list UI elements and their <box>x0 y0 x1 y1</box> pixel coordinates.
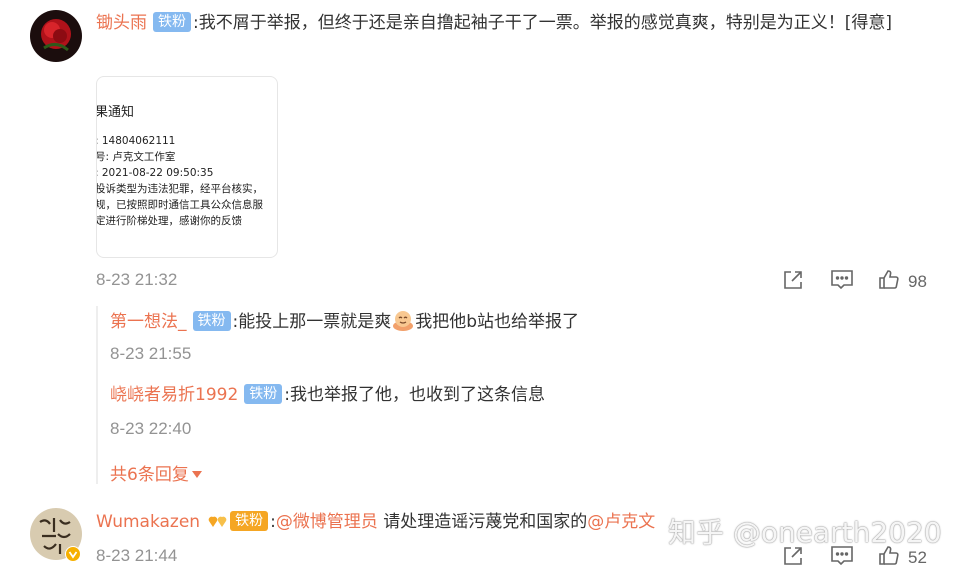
comment-body: :我不屑于举报，但终于还是亲自撸起袖子干了一票。举报的感觉真爽，特别是为正义！[… <box>193 13 892 33</box>
fan-badge: 铁粉 <box>153 12 191 32</box>
reply-author[interactable]: 第一想法_ <box>110 312 187 332</box>
image-text-line: : 14804062111 <box>96 135 176 147</box>
fan-badge: 铁粉 <box>230 511 269 531</box>
more-replies-label: 共6条回复 <box>110 465 189 485</box>
fan-badge: 铁粉 <box>192 311 231 331</box>
reply-item: 第一想法_ 铁粉:能投上那一票就是爽 我把他b站也给举报了 <box>110 308 579 336</box>
image-text-line: 投诉类型为违法犯罪，经平台核实， <box>96 183 263 195</box>
reply-divider <box>96 306 98 484</box>
mention-link[interactable]: @卢克文 <box>587 512 655 532</box>
comment-author[interactable]: 锄头雨 <box>96 13 147 33</box>
image-text-line: 定进行阶梯处理，感谢你的反馈 <box>96 215 242 227</box>
comment-image[interactable]: 果通知 : 14804062111 号: 卢克文工作室 : 2021-08-22… <box>96 76 278 258</box>
reply-body: 我把他b站也给举报了 <box>415 312 580 332</box>
share-icon[interactable] <box>781 268 805 292</box>
caret-down-icon <box>191 471 202 478</box>
avatar[interactable] <box>30 10 82 62</box>
image-text-line: 果通知 <box>96 105 135 120</box>
reply-body: :我也举报了他，也收到了这条信息 <box>284 385 545 405</box>
comment-text: 锄头雨 铁粉:我不屑于举报，但终于还是亲自撸起袖子干了一票。举报的感觉真爽，特别是… <box>96 10 926 37</box>
comment-icon[interactable] <box>829 268 855 292</box>
fan-badge: 铁粉 <box>244 384 283 404</box>
face-emoji-icon <box>391 308 415 332</box>
comment-time: 8-23 21:44 <box>96 546 178 565</box>
mention-link[interactable]: @微博管理员 <box>276 512 378 532</box>
like-count: 52 <box>908 548 927 567</box>
fan-heart-icon <box>208 513 230 529</box>
comment-time: 8-23 21:32 <box>96 270 178 289</box>
like-count: 98 <box>908 272 927 291</box>
image-text-line: 号: 卢克文工作室 <box>96 151 176 163</box>
watermark: 知乎 @onearth2020 <box>668 516 942 549</box>
comment-author[interactable]: Wumakazen <box>96 512 200 532</box>
more-replies-link[interactable]: 共6条回复 <box>110 460 202 485</box>
reply-item: 峣峣者易折1992 铁粉:我也举报了他，也收到了这条信息 <box>110 382 545 409</box>
reply-author[interactable]: 峣峣者易折1992 <box>110 385 238 405</box>
reply-body: :能投上那一票就是爽 <box>232 312 392 332</box>
image-text-line: : 2021-08-22 09:50:35 <box>96 167 214 179</box>
verified-icon <box>65 546 81 562</box>
reply-time: 8-23 21:55 <box>110 344 192 363</box>
comment-text: Wumakazen 铁粉:@微博管理员 请处理造谣污蔑党和国家的@卢克文 <box>96 511 656 532</box>
like-icon[interactable] <box>877 268 901 292</box>
comment-body: 请处理造谣污蔑党和国家的 <box>377 512 588 532</box>
image-text-line: 规，已按照即时通信工具公众信息服 <box>96 199 263 211</box>
reply-time: 8-23 22:40 <box>110 419 192 438</box>
